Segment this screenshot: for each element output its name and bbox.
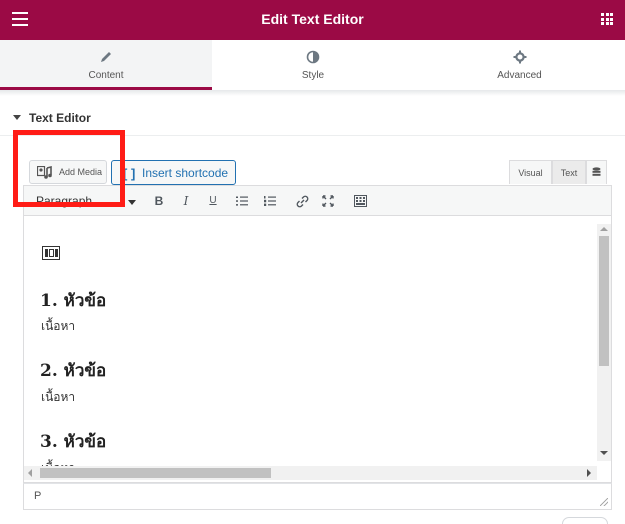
scroll-right-icon[interactable]: [587, 469, 591, 477]
gear-icon: [513, 50, 526, 64]
scroll-left-icon[interactable]: [28, 469, 32, 477]
italic-icon[interactable]: I: [177, 194, 195, 208]
panel-tabs: Content Style Advanced: [0, 40, 625, 90]
contrast-icon: [306, 50, 320, 64]
horizontal-scrollbar[interactable]: [24, 466, 597, 480]
editor-content-area[interactable]: 1. หัวข้อ เนื้อหา 2. หัวข้อ เนื้อหา 3. ห…: [23, 216, 612, 483]
fullscreen-icon[interactable]: [322, 195, 334, 207]
horizontal-scroll-thumb[interactable]: [40, 468, 271, 478]
tab-visual[interactable]: Visual: [509, 160, 552, 184]
scroll-down-icon[interactable]: [600, 451, 608, 455]
editor-header: Edit Text Editor: [0, 0, 625, 40]
vertical-scroll-thumb[interactable]: [599, 236, 609, 366]
content-heading-3: 3. หัวข้อ: [40, 432, 107, 452]
chevron-down-icon[interactable]: [128, 200, 136, 205]
apps-grid-icon[interactable]: [601, 13, 613, 25]
resize-handle-icon[interactable]: [600, 498, 608, 506]
content-body-2: เนื้อหา: [41, 390, 76, 404]
tabs-shadow: [0, 90, 625, 96]
tab-content-label: Content: [88, 70, 124, 81]
tab-style-label: Style: [301, 70, 325, 81]
content-heading-1: 1. หัวข้อ: [40, 291, 107, 311]
element-path[interactable]: P: [34, 490, 41, 502]
highlight-box: [13, 130, 125, 207]
underline-icon[interactable]: U: [204, 195, 222, 206]
tab-text[interactable]: Text: [552, 160, 586, 184]
link-icon[interactable]: [296, 195, 309, 208]
tab-advanced-label: Advanced: [497, 70, 542, 81]
panel-title: Edit Text Editor: [261, 11, 364, 27]
toolbar-toggle-icon[interactable]: [354, 195, 367, 207]
tab-style[interactable]: Style: [212, 40, 414, 90]
content-heading-2: 2. หัวข้อ: [40, 361, 107, 381]
numbered-list-icon[interactable]: [264, 196, 276, 206]
database-icon[interactable]: [586, 160, 607, 184]
caret-down-icon: [13, 115, 21, 120]
bold-icon[interactable]: B: [150, 194, 168, 208]
bullet-list-icon[interactable]: [236, 196, 248, 206]
content-body-1: เนื้อหา: [41, 319, 76, 333]
pencil-icon: [101, 52, 111, 62]
section-title: Text Editor: [29, 111, 91, 125]
editor-statusbar: P: [23, 483, 612, 510]
toggle-switch[interactable]: [562, 517, 608, 524]
tab-advanced[interactable]: Advanced: [414, 40, 625, 90]
video-placeholder-icon: [42, 246, 60, 260]
tab-content[interactable]: Content: [0, 40, 212, 90]
insert-shortcode-label: Insert shortcode: [142, 166, 229, 180]
scroll-up-icon[interactable]: [600, 227, 608, 231]
vertical-scrollbar[interactable]: [597, 224, 611, 461]
insert-shortcode-button[interactable]: [ ] Insert shortcode: [111, 160, 236, 185]
